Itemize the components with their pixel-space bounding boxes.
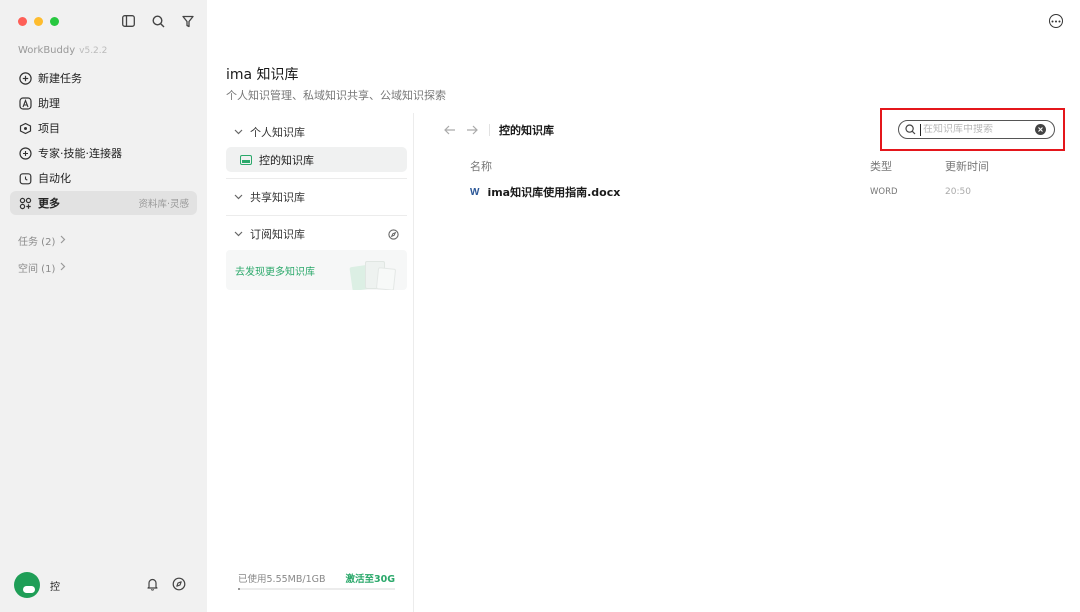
sidebar-item-automation[interactable]: 自动化 xyxy=(10,166,197,190)
minimize-window-button[interactable] xyxy=(34,17,43,26)
sidebar-item-label: 专家·技能·连接器 xyxy=(38,147,122,160)
panel-divider xyxy=(413,113,414,612)
app-window: WorkBuddy v5.2.2 新建任务 助理 项目 专家·技能·连接器 自动化 xyxy=(0,0,1080,612)
chevron-right-icon xyxy=(59,262,66,274)
forward-arrow-icon[interactable] xyxy=(466,125,480,135)
page-subtitle: 个人知识管理、私域知识共享、公域知识探索 xyxy=(226,89,446,102)
compass-icon[interactable] xyxy=(388,228,399,240)
chevron-right-icon xyxy=(59,235,66,247)
breadcrumb: 控的知识库 xyxy=(499,124,554,137)
sidebar-footer-actions xyxy=(146,577,186,594)
sidebar-item-label: 更多 xyxy=(38,197,60,210)
storage-used-text: 已使用5.55MB/1GB xyxy=(238,574,326,585)
project-icon xyxy=(18,121,32,135)
discover-more-banner[interactable]: 去发现更多知识库 xyxy=(226,250,407,290)
spaces-section[interactable]: 空间 (1) xyxy=(18,260,66,275)
clear-search-icon[interactable] xyxy=(1035,124,1046,135)
tree-item-label: 控的知识库 xyxy=(259,153,314,167)
bell-icon[interactable] xyxy=(146,577,159,594)
window-controls xyxy=(18,17,59,26)
column-header-name[interactable]: 名称 xyxy=(470,158,492,174)
tasks-section[interactable]: 任务 (2) xyxy=(18,233,66,248)
sidebar-item-label: 项目 xyxy=(38,122,60,135)
documents-illustration xyxy=(349,258,397,290)
close-window-button[interactable] xyxy=(18,17,27,26)
navigation-bar: 控的知识库 xyxy=(444,122,554,138)
app-name: WorkBuddy xyxy=(18,45,76,56)
word-icon: W xyxy=(470,186,480,198)
spaces-label: 空间 (1) xyxy=(18,264,56,275)
more-options-icon[interactable] xyxy=(1049,14,1063,28)
breadcrumb-separator xyxy=(489,124,490,136)
activate-storage-link[interactable]: 激活至30G xyxy=(345,571,395,585)
sidebar: WorkBuddy v5.2.2 新建任务 助理 项目 专家·技能·连接器 自动化 xyxy=(0,0,207,612)
file-updated-time: 20:50 xyxy=(945,187,971,197)
tree-group-label: 个人知识库 xyxy=(250,126,305,139)
app-brand: WorkBuddy v5.2.2 xyxy=(18,45,107,56)
chevron-down-icon xyxy=(234,231,244,237)
divider xyxy=(226,215,407,216)
kb-search-input[interactable] xyxy=(920,123,1032,136)
tree-group-shared[interactable]: 共享知识库 xyxy=(226,183,407,211)
chevron-down-icon xyxy=(234,194,244,200)
search-icon xyxy=(905,124,917,135)
divider xyxy=(226,178,407,179)
column-header-type[interactable]: 类型 xyxy=(870,158,892,174)
sidebar-toggle-icon[interactable] xyxy=(120,13,136,29)
tree-item-my-kb[interactable]: 控的知识库 xyxy=(226,147,407,172)
back-arrow-icon[interactable] xyxy=(444,125,458,135)
tree-group-personal[interactable]: 个人知识库 xyxy=(226,118,407,146)
tree-group-label: 订阅知识库 xyxy=(250,228,305,241)
sidebar-item-new-task[interactable]: 新建任务 xyxy=(10,66,197,90)
knowledge-base-icon xyxy=(240,154,252,165)
expert-icon xyxy=(18,146,32,160)
clock-icon xyxy=(18,171,32,185)
file-row[interactable]: W ima知识库使用指南.docx WORD 20:50 xyxy=(470,183,1030,201)
sidebar-toolbar xyxy=(120,13,196,29)
maximize-window-button[interactable] xyxy=(50,17,59,26)
storage-progress-fill xyxy=(238,588,240,590)
plus-circle-icon xyxy=(18,71,32,85)
discover-more-link[interactable]: 去发现更多知识库 xyxy=(235,263,315,278)
assistant-icon xyxy=(18,96,32,110)
file-name-cell: W ima知识库使用指南.docx xyxy=(470,184,620,200)
sidebar-item-label: 自动化 xyxy=(38,172,71,185)
page-title: ima 知识库 xyxy=(226,67,299,83)
sidebar-item-assistant[interactable]: 助理 xyxy=(10,91,197,115)
kb-search-box[interactable] xyxy=(898,120,1055,139)
avatar xyxy=(14,572,40,598)
storage-progress-bar xyxy=(238,588,395,590)
tree-group-label: 共享知识库 xyxy=(250,191,305,204)
file-type: WORD xyxy=(870,187,898,197)
filter-icon[interactable] xyxy=(180,13,196,29)
sidebar-item-project[interactable]: 项目 xyxy=(10,116,197,140)
file-name: ima知识库使用指南.docx xyxy=(487,186,621,199)
sidebar-nav: 新建任务 助理 项目 专家·技能·连接器 自动化 更多 资料库·灵感 xyxy=(10,66,197,216)
sidebar-item-label: 新建任务 xyxy=(38,72,82,85)
user-name: 控 xyxy=(50,581,60,593)
user-profile[interactable]: 控 xyxy=(14,572,60,598)
kb-tree: 个人知识库 控的知识库 共享知识库 订阅知识库 去发现更多知识库 xyxy=(226,118,407,290)
sidebar-item-experts[interactable]: 专家·技能·连接器 xyxy=(10,141,197,165)
sidebar-item-label: 助理 xyxy=(38,97,60,110)
sidebar-item-more[interactable]: 更多 资料库·灵感 xyxy=(10,191,197,215)
app-version: v5.2.2 xyxy=(79,46,108,56)
sidebar-item-sublabel: 资料库·灵感 xyxy=(138,199,189,210)
storage-usage: 已使用5.55MB/1GB 激活至30G xyxy=(238,571,395,585)
grid-icon xyxy=(18,196,32,210)
search-icon[interactable] xyxy=(150,13,166,29)
tasks-label: 任务 (2) xyxy=(18,237,56,248)
chevron-down-icon xyxy=(234,129,244,135)
compass-icon[interactable] xyxy=(172,577,186,594)
column-header-updated[interactable]: 更新时间 xyxy=(945,158,989,174)
tree-group-subscribed[interactable]: 订阅知识库 xyxy=(226,220,407,248)
